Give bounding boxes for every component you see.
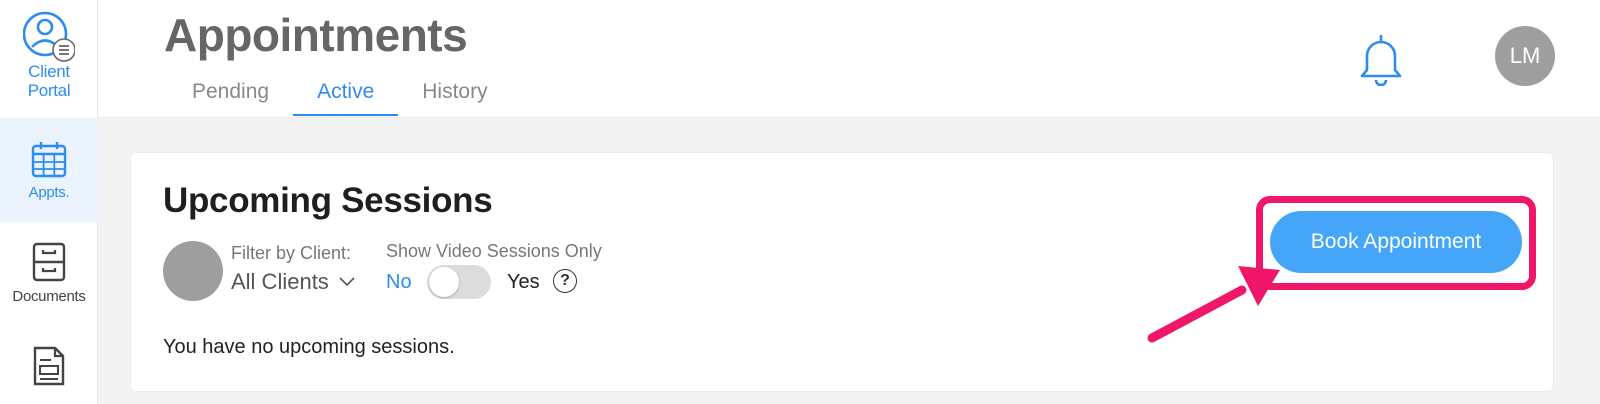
book-appointment-button[interactable]: Book Appointment	[1270, 211, 1522, 273]
sidebar-item-forms[interactable]	[0, 346, 98, 404]
video-only-toggle[interactable]	[427, 265, 491, 299]
card-title: Upcoming Sessions	[163, 181, 493, 220]
empty-state-message: You have no upcoming sessions.	[163, 336, 455, 358]
sidebar-item-documents[interactable]: Documents	[0, 242, 98, 322]
toggle-yes-label: Yes	[507, 271, 540, 293]
video-filter-label: Show Video Sessions Only	[386, 241, 602, 261]
logo-text-line1: Client	[28, 62, 70, 81]
tab-pending[interactable]: Pending	[168, 80, 293, 116]
tab-bar: Pending Active History	[168, 80, 512, 116]
top-header: Appointments Pending Active History LM	[98, 0, 1600, 118]
client-filter-value: All Clients	[231, 269, 329, 294]
sidebar-item-label: Documents	[12, 288, 86, 305]
calendar-icon	[31, 142, 67, 178]
logo-text-line2: Portal	[27, 81, 71, 100]
client-avatar	[163, 241, 223, 301]
toggle-knob	[429, 267, 459, 297]
user-avatar[interactable]: LM	[1495, 26, 1555, 86]
bell-icon[interactable]	[1358, 32, 1404, 86]
toggle-no-label: No	[386, 271, 412, 293]
help-icon[interactable]: ?	[553, 269, 577, 293]
filter-label: Filter by Client:	[231, 243, 352, 263]
chevron-down-icon	[339, 277, 355, 287]
sidebar: Client Portal Appts. Documents	[0, 0, 99, 404]
page-title: Appointments	[164, 9, 468, 61]
client-portal-logo[interactable]: Client Portal	[0, 0, 99, 118]
app-root: Client Portal Appts. Documents Appointme…	[0, 0, 1600, 404]
tab-active[interactable]: Active	[293, 80, 399, 116]
tab-history[interactable]: History	[398, 80, 511, 116]
sidebar-item-appts[interactable]: Appts.	[0, 118, 98, 222]
document-icon	[33, 346, 65, 386]
file-cabinet-icon	[32, 242, 66, 282]
sidebar-item-label: Appts.	[28, 184, 70, 201]
client-filter-dropdown[interactable]: All Clients	[231, 269, 355, 295]
client-portal-icon	[23, 11, 75, 62]
